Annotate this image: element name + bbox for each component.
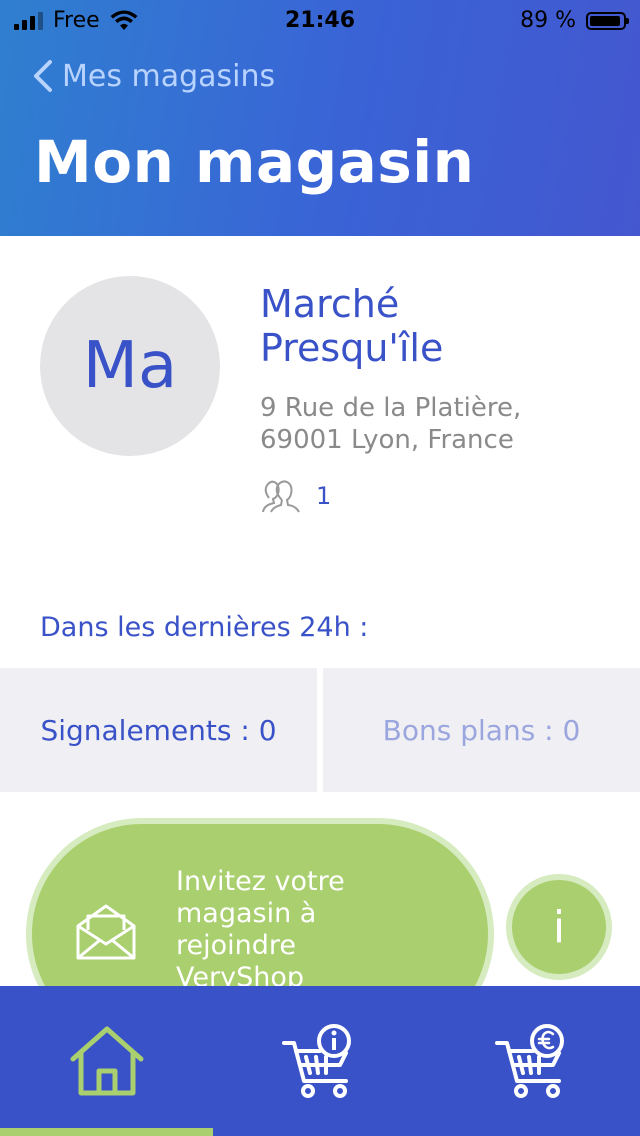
back-label: Mes magasins (62, 58, 276, 94)
invite-text: Invitez votre magasin à rejoindre VerySh… (176, 866, 436, 994)
store-address-line1: 9 Rue de la Platière, (260, 393, 522, 423)
open-envelope-icon (76, 904, 136, 960)
reports-stat-label: Signalements : 0 (40, 713, 277, 747)
battery-percent: 89 % (520, 8, 576, 33)
invite-line: rejoindre (176, 930, 297, 961)
status-bar: Free 21:46 89 % (0, 0, 640, 44)
store-name-line2: Presqu'île (260, 326, 444, 370)
cart-euro-icon (494, 1024, 564, 1098)
active-tab-indicator (0, 1128, 213, 1136)
deals-stat-label: Bons plans : 0 (382, 713, 581, 747)
reports-stat[interactable]: Signalements : 0 (0, 668, 317, 792)
header: Free 21:46 89 % Mes magasins Mon magasin (0, 0, 640, 236)
stats-row: Signalements : 0 Bons plans : 0 (0, 668, 640, 792)
store-name-line1: Marché (260, 282, 400, 326)
info-icon: i (552, 901, 566, 953)
invite-line: magasin à (176, 898, 317, 929)
store-address-line2: 69001 Lyon, France (260, 425, 514, 455)
people-icon (262, 480, 300, 513)
back-button[interactable]: Mes magasins (30, 58, 275, 94)
store-initials: Ma (82, 329, 178, 403)
chevron-left-icon (34, 60, 52, 92)
tab-cart-deals[interactable] (426, 986, 639, 1136)
store-avatar: Ma (40, 276, 220, 456)
tab-home[interactable] (0, 986, 213, 1136)
cart-info-icon (281, 1024, 351, 1098)
store-name: Marché Presqu'île (260, 282, 600, 370)
bottom-tab-bar (0, 986, 640, 1136)
page-title: Mon magasin (34, 128, 475, 196)
info-button[interactable]: i (512, 880, 606, 974)
tab-cart-info[interactable] (213, 986, 426, 1136)
members-count: 1 (260, 478, 331, 514)
battery-icon (586, 11, 629, 30)
store-address: 9 Rue de la Platière, 69001 Lyon, France (260, 392, 600, 456)
deals-stat[interactable]: Bons plans : 0 (323, 668, 640, 792)
members-number: 1 (316, 482, 332, 510)
invite-line: Invitez votre (176, 866, 345, 897)
last-24h-label: Dans les dernières 24h : (40, 612, 369, 643)
home-icon (70, 1026, 143, 1096)
